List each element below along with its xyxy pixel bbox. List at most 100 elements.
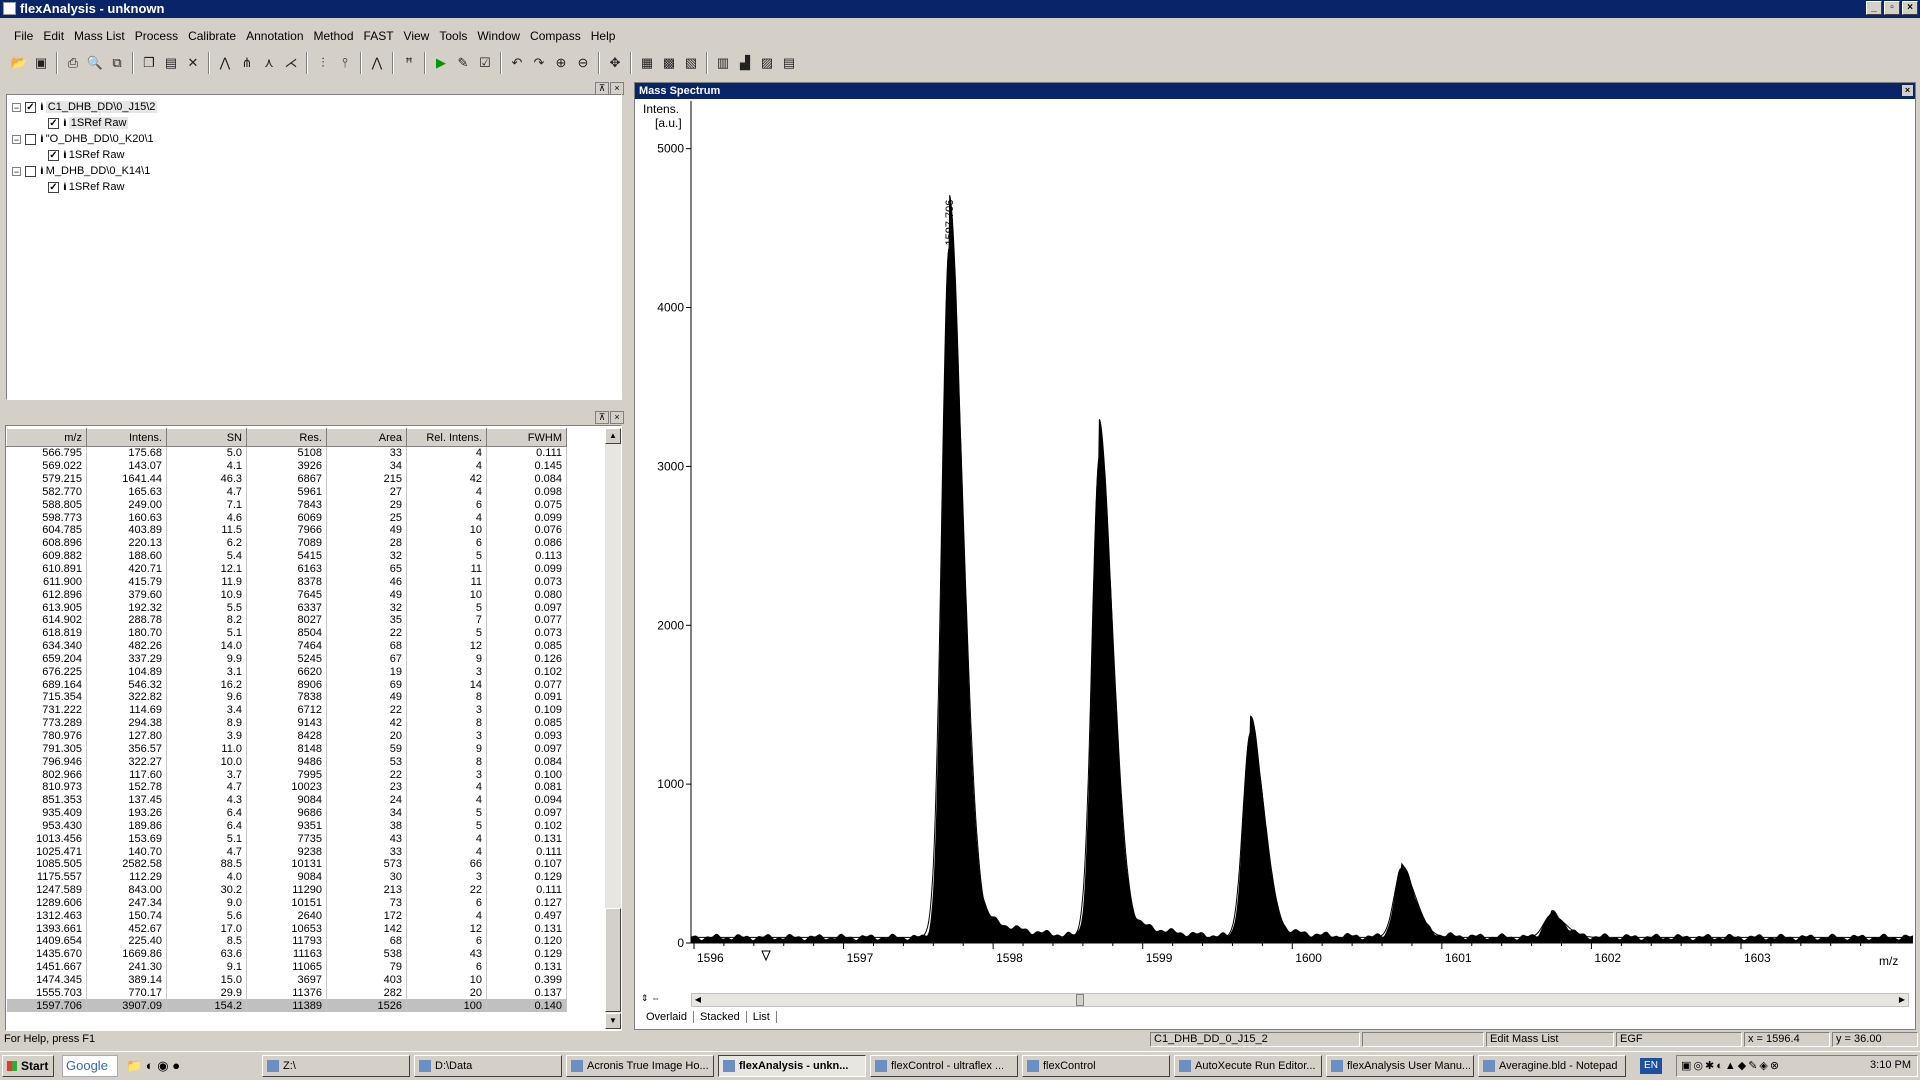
taskbar-item-acronis[interactable]: Acronis True Image Ho... <box>566 1055 714 1077</box>
menu-process[interactable]: Process <box>135 29 178 43</box>
label-icon[interactable]: ꟸ <box>398 52 420 74</box>
close-icon[interactable]: × <box>610 411 624 424</box>
spectrum-scrollbar[interactable]: ◀ ▶ <box>691 993 1909 1007</box>
spectrum-plot[interactable]: Intens. [a.u.] m/z 0 1000 2000 3000 4000 5000… <box>635 99 1915 1029</box>
zoom-arrows-icon[interactable]: ⇕ ⇔ <box>641 993 660 1004</box>
checkbox[interactable]: ✓ <box>48 181 59 193</box>
language-indicator[interactable]: EN <box>1640 1058 1662 1074</box>
save-icon[interactable]: ▣ <box>30 52 52 74</box>
table-row[interactable]: 659.204 337.29 9.9 5245 67 9 0.126 <box>6 652 567 666</box>
checkbox[interactable]: ✓ <box>48 149 59 161</box>
menu-view[interactable]: View <box>404 29 430 43</box>
edit-method-icon[interactable]: ✎ <box>452 52 474 74</box>
taskbar-item-flexcontrol[interactable]: flexControl <box>1022 1055 1170 1077</box>
table-row[interactable]: 1451.667 241.30 9.1 11065 79 6 0.131 <box>6 960 567 974</box>
print-preview-icon[interactable]: 🔍 <box>84 52 106 74</box>
tree-child[interactable]: ✓ ılı 1SRef Raw <box>48 115 129 131</box>
scroll-thumb[interactable] <box>1076 994 1084 1006</box>
paste-icon[interactable]: ▤ <box>160 52 182 74</box>
menu-edit[interactable]: Edit <box>43 29 64 43</box>
table-row[interactable]: 612.896 379.60 10.9 7645 49 10 0.080 <box>6 588 567 602</box>
collapse-icon[interactable]: − <box>12 166 21 176</box>
table-row[interactable]: 676.225 104.89 3.1 6620 19 3 0.102 <box>6 665 567 679</box>
table-row[interactable]: 613.905 192.32 5.5 6337 32 5 0.097 <box>6 601 567 614</box>
mass-list-find-icon[interactable]: ⫶ <box>312 52 334 74</box>
pin-icon[interactable]: ⊼ <box>595 411 609 424</box>
tree-child[interactable]: ✓ ılı 1SRef Raw <box>48 179 124 195</box>
table-row[interactable]: 604.785 403.89 11.5 7966 49 10 0.076 <box>6 524 567 537</box>
column-header[interactable]: Res. <box>246 428 327 447</box>
table-row[interactable]: 611.900 415.79 11.9 8378 46 11 0.073 <box>6 575 567 589</box>
export-icon[interactable]: ⧉ <box>106 52 128 74</box>
tab-stacked[interactable]: Stacked <box>694 1011 747 1023</box>
table-row[interactable]: 579.215 1641.44 46.3 6867 215 42 0.084 <box>6 472 567 486</box>
table-row[interactable]: 791.305 356.57 11.0 8148 59 9 0.097 <box>6 742 567 756</box>
copy-icon[interactable]: ❐ <box>138 52 160 74</box>
tab-overlaid[interactable]: Overlaid <box>640 1011 694 1023</box>
column-header[interactable]: Area <box>326 428 407 447</box>
taskbar-item-z-drive[interactable]: Z:\ <box>262 1055 410 1077</box>
table-row[interactable]: 1013.456 153.69 5.1 7735 43 4 0.131 <box>6 832 567 846</box>
table-row[interactable]: 1085.505 2582.58 88.5 10131 573 66 0.107 <box>6 858 567 871</box>
table-row[interactable]: 566.795 175.68 5.0 5108 33 4 0.111 <box>6 446 567 460</box>
menu-compass[interactable]: Compass <box>530 29 581 43</box>
menu-method[interactable]: Method <box>314 29 354 43</box>
table-row[interactable]: 1409.654 225.40 8.5 11793 68 6 0.120 <box>6 935 567 948</box>
collapse-icon[interactable]: − <box>12 102 21 112</box>
column-header[interactable]: Rel. Intens. <box>406 428 487 447</box>
layout-1-icon[interactable]: ▦ <box>636 52 658 74</box>
table-row[interactable]: 608.896 220.13 6.2 7089 28 6 0.086 <box>6 536 567 550</box>
table-row[interactable]: 715.354 322.82 9.6 7838 49 8 0.091 <box>6 691 567 704</box>
taskbar-item-user-manual[interactable]: flexAnalysis User Manu... <box>1326 1055 1474 1077</box>
zoom-out-icon[interactable]: ⊖ <box>572 52 594 74</box>
table-row[interactable]: 1289.606 247.34 9.0 10151 73 6 0.127 <box>6 896 567 910</box>
tree-node[interactable]: − ılı "O_DHB_DD\0_K20\1 <box>12 131 154 147</box>
run-icon[interactable]: ▶ <box>430 52 452 74</box>
table-row[interactable]: 1393.661 452.67 17.0 10653 142 12 0.131 <box>6 922 567 936</box>
table-row[interactable]: 610.891 420.71 12.1 6163 65 11 0.099 <box>6 562 567 576</box>
zoom-in-icon[interactable]: ⊕ <box>550 52 572 74</box>
checkbox[interactable]: ✓ <box>25 101 36 113</box>
delete-icon[interactable]: ✕ <box>182 52 204 74</box>
quick-launch-icons[interactable]: 📁 ◐ ◉ ● <box>126 1058 180 1074</box>
tree-node[interactable]: − ılı M_DHB_DD\0_K14\1 <box>12 163 150 179</box>
menu-tools[interactable]: Tools <box>439 29 467 43</box>
table-row[interactable]: 1175.557 112.29 4.0 9084 30 3 0.129 <box>6 870 567 884</box>
tree-node[interactable]: − ✓ ılı C1_DHB_DD\0_J15\2 <box>12 99 158 115</box>
checkbox[interactable] <box>25 165 36 177</box>
table-row[interactable]: 614.902 288.78 8.2 8027 35 7 0.077 <box>6 613 567 627</box>
peak-find-icon[interactable]: ⋏ <box>258 52 280 74</box>
table-row[interactable]: 953.430 189.86 6.4 9351 38 5 0.102 <box>6 819 567 833</box>
peak-delete-icon[interactable]: ⋌ <box>280 52 302 74</box>
tree-view-icon[interactable]: ▥ <box>712 52 734 74</box>
checkbox[interactable] <box>25 133 36 145</box>
table-row[interactable]: 802.966 117.60 3.7 7995 22 3 0.100 <box>6 768 567 781</box>
table-row[interactable]: 689.164 546.32 16.2 8906 69 14 0.077 <box>6 678 567 692</box>
tab-list[interactable]: List <box>747 1011 777 1023</box>
taskbar-item-autoxecute[interactable]: AutoXecute Run Editor... <box>1174 1055 1322 1077</box>
baseline-icon[interactable]: ⋔ <box>236 52 258 74</box>
scroll-up-icon[interactable]: ▲ <box>605 428 621 444</box>
mass-list-scrollbar[interactable]: ▲ ▼ <box>605 428 621 1029</box>
open-icon[interactable]: 📂 <box>8 52 30 74</box>
table-row[interactable]: 1247.589 843.00 30.2 11290 213 22 0.111 <box>6 883 567 897</box>
menu-file[interactable]: File <box>14 29 33 43</box>
layout-2-icon[interactable]: ▩ <box>658 52 680 74</box>
column-header[interactable]: Intens. <box>86 428 167 447</box>
taskbar-item-flexanalysis[interactable]: flexAnalysis - unkn... <box>718 1055 866 1077</box>
table-row[interactable]: 634.340 482.26 14.0 7464 68 12 0.085 <box>6 639 567 653</box>
table-row[interactable]: 1474.345 389.14 15.0 3697 403 10 0.399 <box>6 973 567 987</box>
menu-calibrate[interactable]: Calibrate <box>188 29 236 43</box>
gel-view-icon[interactable]: ▨ <box>756 52 778 74</box>
table-row[interactable]: 780.976 127.80 3.9 8428 20 3 0.093 <box>6 729 567 743</box>
close-button[interactable]: × <box>1902 1 1918 15</box>
google-toolbar[interactable]: Google <box>62 1055 118 1077</box>
layout-3-icon[interactable]: ▧ <box>680 52 702 74</box>
table-row[interactable]: 810.973 152.78 4.7 10023 23 4 0.081 <box>6 780 567 794</box>
annotate-icon[interactable]: ⋀ <box>366 52 388 74</box>
redo-zoom-icon[interactable]: ↷ <box>528 52 550 74</box>
taskbar-item-flexcontrol-ultraflex[interactable]: flexControl - ultraflex ... <box>870 1055 1018 1077</box>
menu-help[interactable]: Help <box>591 29 616 43</box>
undo-zoom-icon[interactable]: ↶ <box>506 52 528 74</box>
restore-button[interactable]: ▫ <box>1884 1 1900 15</box>
